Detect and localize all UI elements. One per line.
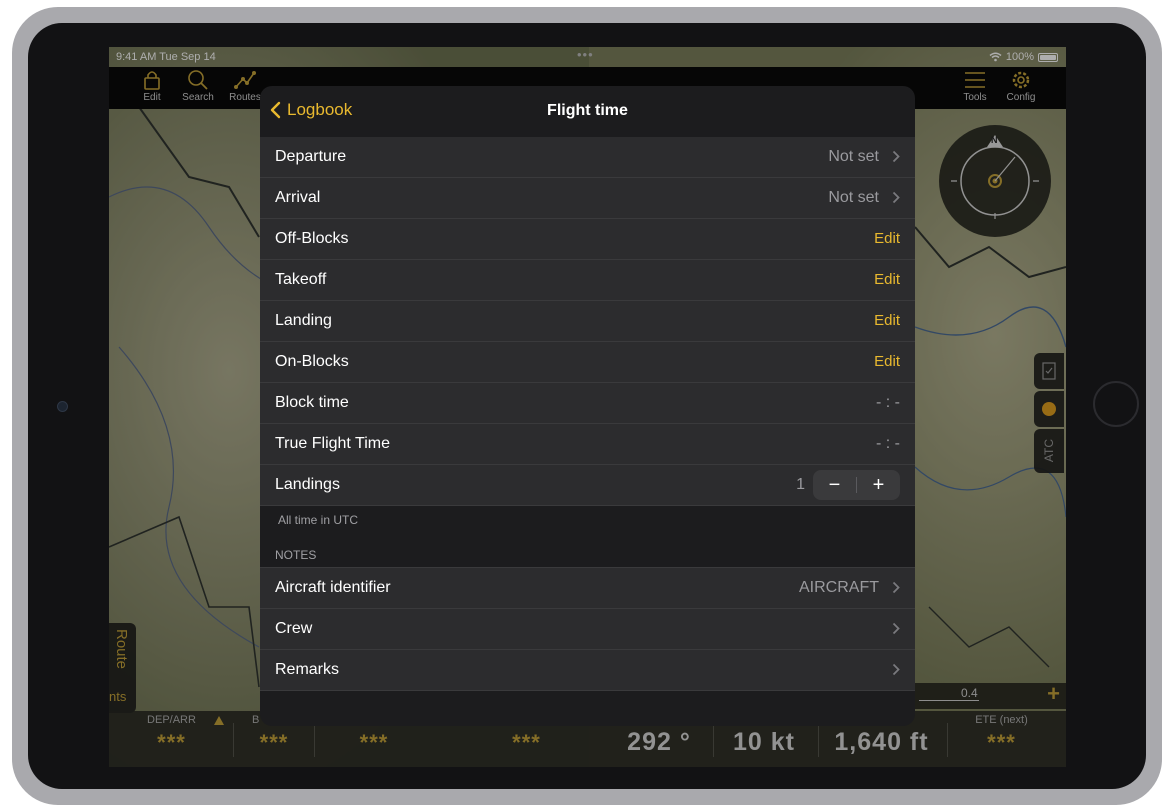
page-title: Flight time — [547, 102, 628, 119]
chevron-right-icon — [892, 622, 900, 635]
true-flight-time-row: True Flight Time - : - — [260, 424, 915, 465]
row-label: Landings — [275, 476, 340, 493]
block-time-row: Block time - : - — [260, 383, 915, 424]
chevron-right-icon — [892, 191, 900, 204]
decrement-button[interactable]: − — [813, 470, 856, 500]
utc-footnote: All time in UTC — [278, 513, 359, 527]
flight-time-sheet: Logbook Flight time Departure Not set Ar… — [260, 86, 915, 726]
off-blocks-edit-button[interactable]: Edit — [874, 230, 900, 247]
departure-row[interactable]: Departure Not set — [260, 137, 915, 178]
front-camera — [57, 401, 68, 412]
row-value: - : - — [876, 435, 900, 452]
takeoff-row: Takeoff Edit — [260, 260, 915, 301]
row-label: On-Blocks — [275, 353, 349, 370]
screen: 9:41 AM Tue Sep 14 ••• 100% Edit Search … — [109, 47, 1066, 767]
row-value: - : - — [876, 394, 900, 411]
row-label: Takeoff — [275, 271, 327, 288]
nav-bar: Logbook Flight time — [260, 86, 915, 138]
landing-row: Landing Edit — [260, 301, 915, 342]
row-value: Not set — [828, 148, 879, 165]
landings-stepper: − + — [813, 470, 900, 500]
notes-list: Aircraft identifier AIRCRAFT Crew Remark… — [260, 567, 915, 691]
takeoff-edit-button[interactable]: Edit — [874, 271, 900, 288]
row-label: Aircraft identifier — [275, 579, 391, 596]
home-button[interactable] — [1093, 381, 1139, 427]
aircraft-identifier-row[interactable]: Aircraft identifier AIRCRAFT — [260, 568, 915, 609]
row-label: Landing — [275, 312, 332, 329]
notes-section-header: NOTES — [275, 548, 317, 562]
flight-time-list: Departure Not set Arrival Not set Off-Bl… — [260, 137, 915, 506]
row-value: AIRCRAFT — [799, 579, 879, 596]
chevron-right-icon — [892, 150, 900, 163]
remarks-row[interactable]: Remarks — [260, 650, 915, 691]
row-label: Crew — [275, 620, 313, 637]
chevron-right-icon — [892, 581, 900, 594]
off-blocks-row: Off-Blocks Edit — [260, 219, 915, 260]
on-blocks-row: On-Blocks Edit — [260, 342, 915, 383]
on-blocks-edit-button[interactable]: Edit — [874, 353, 900, 370]
row-value: Not set — [828, 189, 879, 206]
row-label: Remarks — [275, 661, 340, 678]
row-label: Block time — [275, 394, 349, 411]
landings-row: Landings 1 − + — [260, 465, 915, 506]
landing-edit-button[interactable]: Edit — [874, 312, 900, 329]
crew-row[interactable]: Crew — [260, 609, 915, 650]
row-label: Off-Blocks — [275, 230, 349, 247]
arrival-row[interactable]: Arrival Not set — [260, 178, 915, 219]
row-label: Arrival — [275, 189, 321, 206]
row-label: True Flight Time — [275, 435, 390, 452]
row-label: Departure — [275, 148, 347, 165]
landings-count: 1 — [796, 476, 805, 493]
chevron-right-icon — [892, 663, 900, 676]
increment-button[interactable]: + — [857, 470, 900, 500]
